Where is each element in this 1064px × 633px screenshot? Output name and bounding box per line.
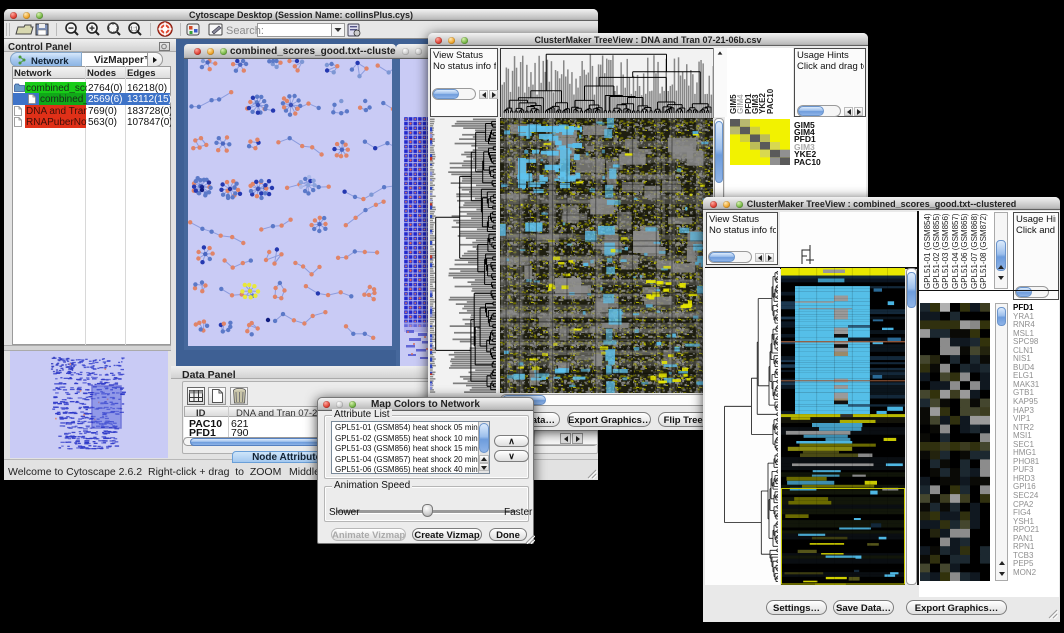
svg-text:1:1: 1:1 — [130, 27, 138, 33]
